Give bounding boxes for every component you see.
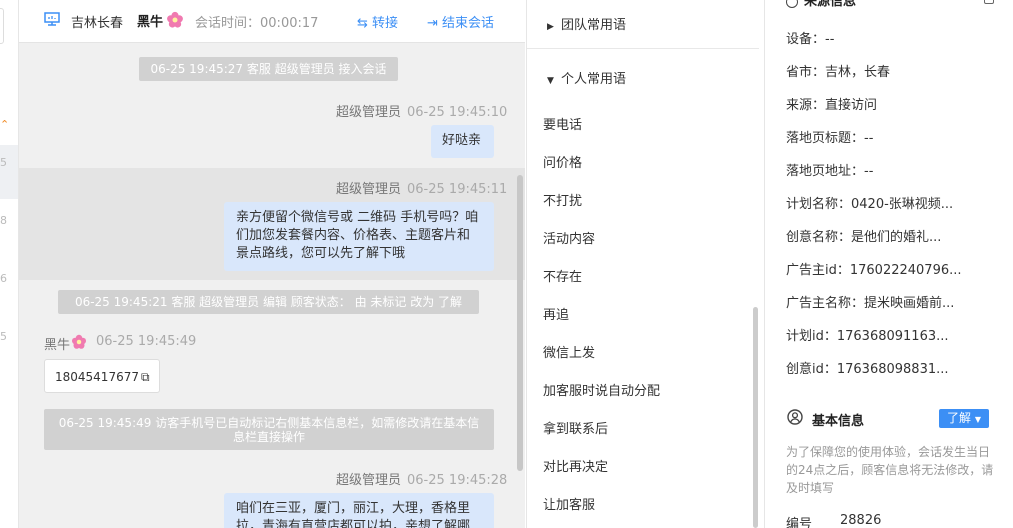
- phrase-group-team[interactable]: ▶ 团队常用语: [547, 14, 626, 33]
- info-note: 为了保障您的使用体验，会话发生当日的24点之后，顾客信息将无法修改，请及时填写: [786, 445, 994, 495]
- agent-message-bubble: 好哒亲: [431, 125, 494, 158]
- agent-message-bubble: 亲方便留个微信号或 二维码 手机号吗？咱们加您发套餐内容、价格表、主题客片和景点…: [224, 202, 494, 271]
- search-box-edge[interactable]: [0, 8, 4, 44]
- chat-scrollbar[interactable]: [517, 175, 523, 471]
- phrase-item[interactable]: 活动内容: [543, 228, 595, 247]
- message-meta: 超级管理员 06-25 19:45:11: [336, 182, 508, 197]
- phrase-item[interactable]: 拿到联系后: [543, 418, 608, 437]
- phrase-item[interactable]: 微信上发: [543, 342, 595, 361]
- phrase-group-personal[interactable]: ▼ 个人常用语: [547, 68, 626, 87]
- phrase-item[interactable]: 对比再决定: [543, 456, 608, 475]
- info-landing-title: 落地页标题：--: [786, 131, 874, 146]
- visitor-phone-message[interactable]: 18045417677 ⧉: [44, 359, 160, 393]
- customer-info-panel: 来源信息 设备：-- 省市：吉林，长春 来源：直接访问 落地页标题：-- 落地页…: [766, 0, 1013, 528]
- system-message: 06-25 19:45:27 客服 超级管理员 接入会话: [139, 57, 398, 81]
- info-plan-name: 计划名称：0420-张琳视频...: [786, 197, 954, 212]
- session-count: 6: [0, 272, 7, 285]
- chat-panel: 吉林长春 黑牛 会话时间：00:00:17 ⇆ 转接 ⇥ 结束会话 06-25 …: [19, 0, 525, 528]
- session-duration: 会话时间：00:00:17: [195, 16, 319, 31]
- info-creative-id: 创意id：176368098831...: [786, 362, 949, 377]
- system-message: 06-25 19:45:21 客服 超级管理员 编辑 顾客状态： 由 未标记 改…: [58, 290, 479, 314]
- info-creative-name: 创意名称：是他们的婚礼...: [786, 230, 942, 245]
- info-plan-id: 计划id：176368091163...: [786, 329, 949, 344]
- visitor-name: 黑牛: [137, 15, 164, 30]
- session-count: 5: [0, 330, 7, 343]
- info-landing-url: 落地页地址：--: [786, 164, 874, 179]
- message-meta: 超级管理员 06-25 19:45:28: [336, 473, 508, 488]
- caret-down-icon: ▼: [547, 76, 554, 86]
- info-number-label: 编号: [786, 517, 813, 528]
- phrase-item[interactable]: 再追: [543, 304, 569, 323]
- source-info-title: 来源信息: [786, 0, 856, 9]
- session-list-strip: ⌃ 5 8 6 5: [0, 0, 19, 528]
- monitor-icon: [44, 12, 60, 26]
- divider: [527, 48, 759, 49]
- session-count: 5: [0, 156, 7, 169]
- transfer-button[interactable]: ⇆ 转接: [357, 12, 398, 31]
- active-session-highlight[interactable]: [0, 145, 18, 199]
- phrase-item[interactable]: 问价格: [543, 152, 582, 171]
- info-source: 来源：直接访问: [786, 98, 878, 113]
- info-device: 设备：--: [786, 32, 835, 47]
- orange-mark-icon: ⌃: [0, 118, 10, 131]
- basic-info-title: 基本信息: [812, 414, 865, 429]
- phrase-item[interactable]: 不存在: [543, 266, 582, 285]
- chat-header: 吉林长春 黑牛 会话时间：00:00:17 ⇆ 转接 ⇥ 结束会话: [19, 0, 525, 43]
- location-pin-icon: [786, 0, 798, 8]
- message-time: 06-25 19:45:49: [96, 334, 197, 349]
- edit-icon[interactable]: [984, 0, 994, 4]
- message-meta: 黑牛: [44, 338, 71, 353]
- session-count: 8: [0, 214, 7, 227]
- info-advertiser-id: 广告主id：176022240796...: [786, 263, 962, 278]
- phrase-item[interactable]: 让加客服: [543, 494, 595, 513]
- app-root: ⌃ 5 8 6 5 吉林长春 黑牛 会话时间：00:00:17 ⇆ 转接 ⇥ 结…: [0, 0, 1013, 528]
- agent-message-bubble: 咱们在三亚，厦门，丽江，大理，香格里拉，青海有直营店都可以拍，亲想了解哪: [224, 493, 494, 528]
- phrase-item[interactable]: 要电话: [543, 114, 582, 133]
- copy-icon[interactable]: ⧉: [141, 370, 150, 384]
- info-number-value: 28826: [840, 513, 882, 528]
- caret-down-icon: ▼: [974, 415, 981, 424]
- end-session-button[interactable]: ⇥ 结束会话: [427, 12, 494, 31]
- system-message: 06-25 19:45:49 访客手机号已自动标记右侧基本信息栏，如需修改请在基…: [44, 409, 494, 450]
- info-region: 省市：吉林，长春: [786, 65, 891, 80]
- caret-right-icon: ▶: [547, 22, 554, 32]
- phrases-scrollbar[interactable]: [753, 307, 758, 528]
- phrase-item[interactable]: 加客服时说自动分配: [543, 380, 660, 399]
- visitor-location: 吉林长春: [71, 16, 124, 31]
- flower-icon: [167, 11, 183, 28]
- status-dropdown[interactable]: 了解 ▼: [939, 409, 989, 428]
- user-icon: [787, 409, 803, 425]
- flower-icon: [71, 334, 87, 349]
- phrase-item[interactable]: 不打扰: [543, 190, 582, 209]
- quick-phrases-panel: ▶ 团队常用语 ▼ 个人常用语 要电话 问价格 不打扰 活动内容 不存在 再追 微信…: [526, 0, 765, 528]
- message-meta: 超级管理员 06-25 19:45:10: [336, 105, 508, 120]
- info-advertiser-name: 广告主名称：提米映画婚前...: [786, 296, 955, 311]
